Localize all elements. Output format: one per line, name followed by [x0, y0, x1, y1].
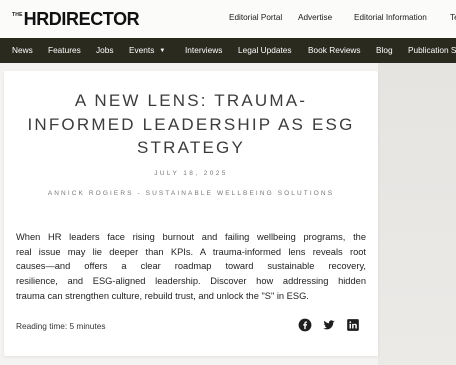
nav-item-jobs[interactable]: Jobs [96, 38, 114, 63]
summary-line: real issue may lie deeper than KPIs. A t… [16, 246, 366, 257]
logo-text: HRDIRECTOR [23, 9, 140, 29]
site-header: THE HRDIRECTOR Editorial Portal Advertis… [0, 0, 456, 38]
facebook-icon[interactable] [298, 318, 312, 332]
nav-item-features[interactable]: Features [48, 38, 81, 63]
summary-line: resilience, and ESG-aligned leadership. … [16, 276, 366, 287]
article-byline[interactable]: ANNICK ROGIERS - SUSTAINABLE WELLBEING S… [4, 190, 378, 197]
chevron-down-icon: ▼ [159, 48, 166, 54]
top-link-editorial-portal[interactable]: Editorial Portal [229, 12, 282, 24]
nav-item-events[interactable]: Events ▼ [129, 38, 165, 63]
article-title-line: STRATEGY [137, 138, 245, 157]
top-link-truncated[interactable]: Te [450, 12, 456, 24]
linkedin-icon[interactable] [346, 318, 360, 332]
site-logo[interactable]: THE HRDIRECTOR [12, 9, 140, 29]
nav-item-interviews[interactable]: Interviews [185, 38, 222, 63]
article-date: JULY 18, 2025 [154, 170, 228, 177]
summary-line: causes—and offers a clear roadmap toward… [16, 261, 366, 272]
twitter-icon[interactable] [322, 318, 336, 332]
nav-item-book-reviews[interactable]: Book Reviews [308, 38, 361, 63]
nav-item-legal-updates[interactable]: Legal Updates [238, 38, 292, 63]
summary-line: When HR leaders face rising burnout and … [16, 232, 366, 242]
top-link-advertise[interactable]: Advertise [298, 12, 332, 24]
article-summary: When HR leaders face rising burnout and … [16, 230, 366, 304]
article-card: A NEW LENS: TRAUMA- INFORMED LEADERSHIP … [4, 71, 378, 356]
nav-item-publication-schedule[interactable]: Publication S [408, 38, 456, 63]
nav-item-blog[interactable]: Blog [376, 38, 393, 63]
logo-prefix: THE [12, 12, 23, 18]
article-title-line: INFORMED LEADERSHIP AS ESG [27, 114, 355, 134]
page: THE HRDIRECTOR Editorial Portal Advertis… [0, 0, 456, 365]
article-title: A NEW LENS: TRAUMA- INFORMED LEADERSHIP … [4, 89, 378, 160]
reading-time: Reading time: 5 minutes [16, 321, 106, 331]
side-panel [378, 63, 456, 365]
main-nav: News Features Jobs Events ▼ Interviews Le… [0, 38, 456, 63]
article-title-line: A NEW LENS: TRAUMA- [74, 91, 308, 110]
nav-item-news[interactable]: News [12, 38, 33, 63]
nav-item-events-label: Events [129, 45, 155, 55]
summary-line: trauma can strengthen culture, rebuild t… [16, 290, 309, 301]
top-link-editorial-information[interactable]: Editorial Information [354, 12, 427, 24]
